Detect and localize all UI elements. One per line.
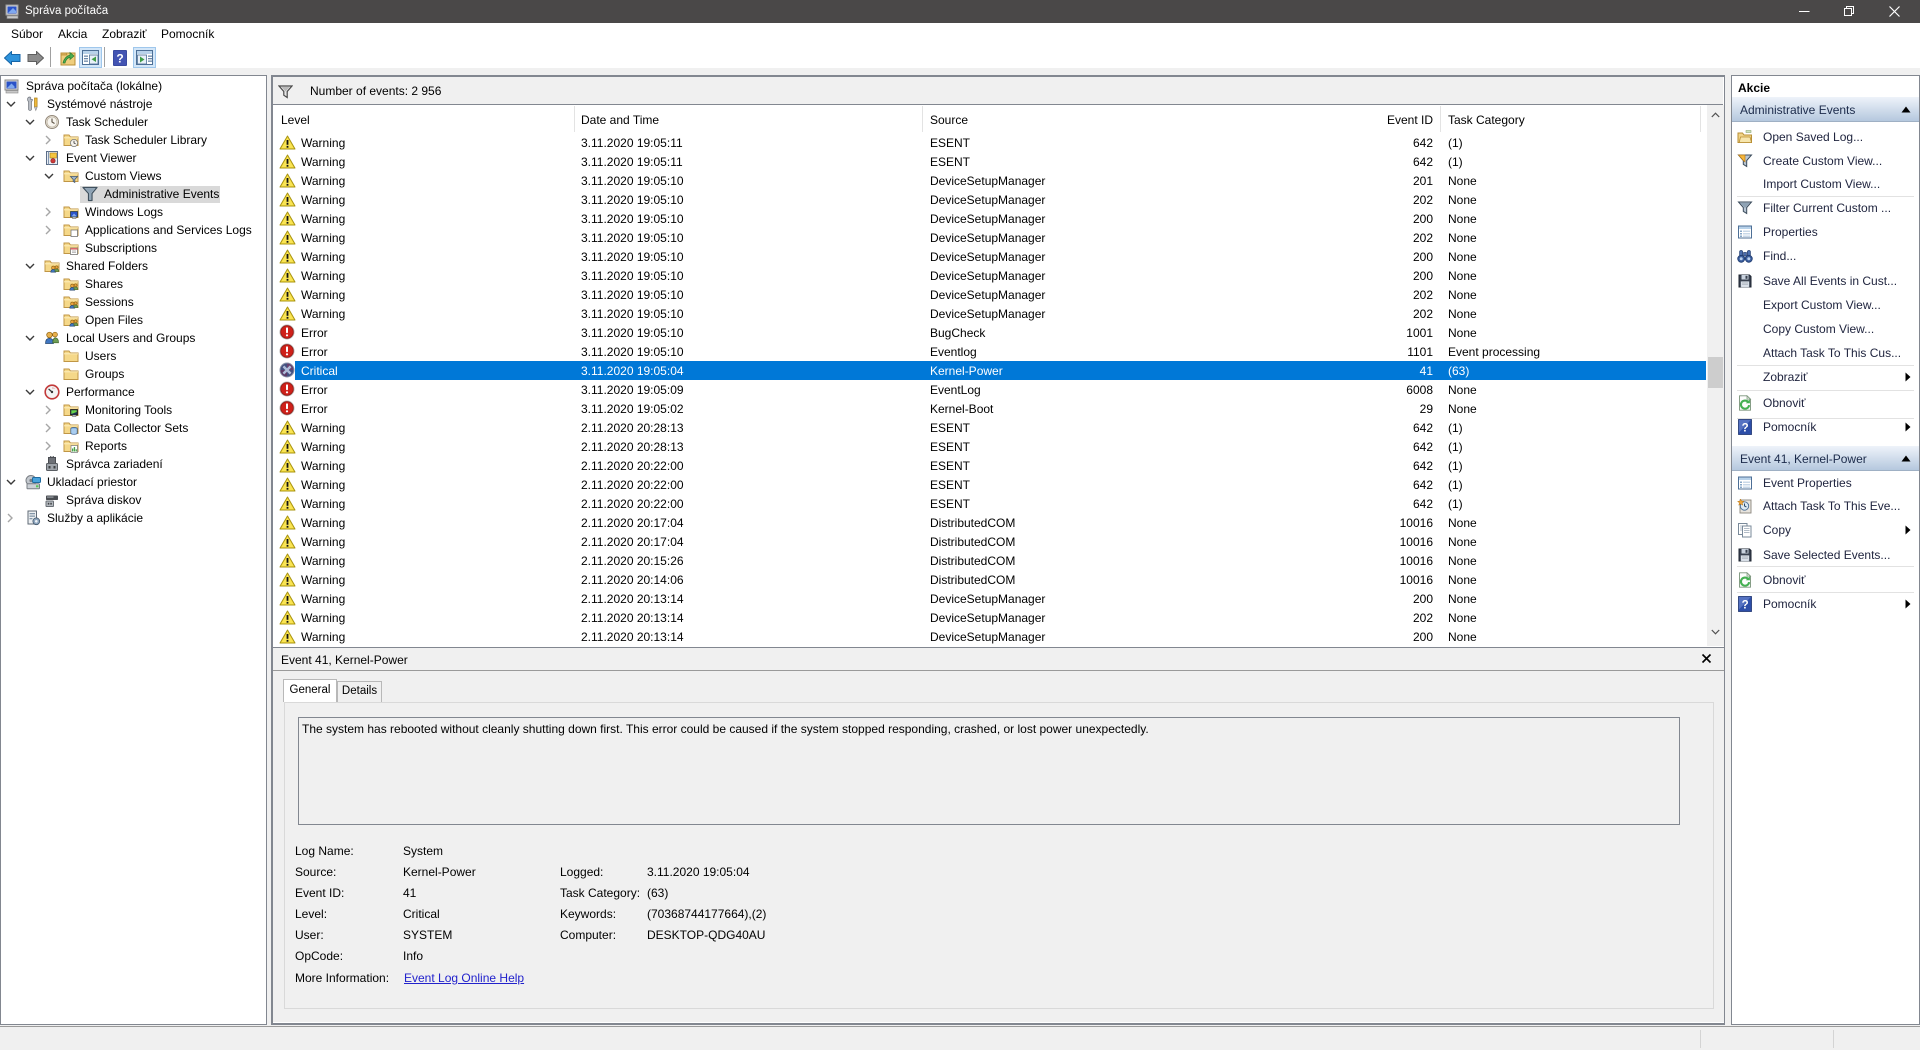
svg-text:?: ? — [1742, 423, 1749, 435]
svg-text:?: ? — [116, 52, 123, 66]
svg-text:?: ? — [1742, 599, 1749, 611]
